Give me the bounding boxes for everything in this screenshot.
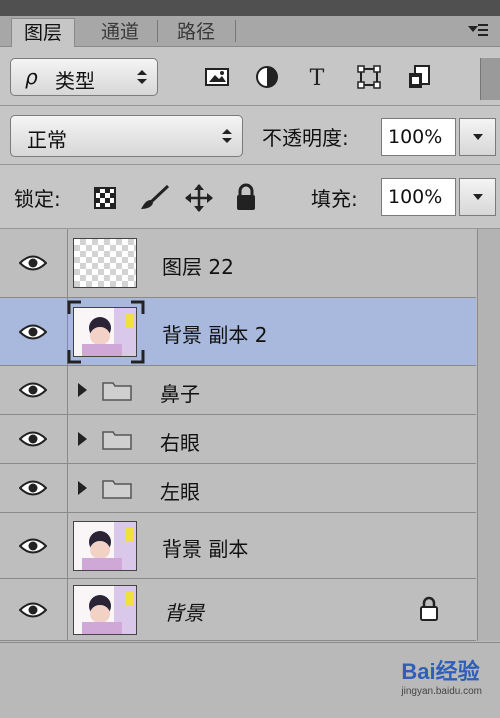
eye-icon[interactable] xyxy=(19,479,47,497)
layer-thumbnail-photo xyxy=(73,585,137,635)
layer-name[interactable]: 鼻子 xyxy=(160,378,200,407)
layer-selection-brackets xyxy=(67,300,145,364)
layer-name[interactable]: 背景 副本 2 xyxy=(162,319,267,348)
visibility-column xyxy=(0,464,68,512)
eye-icon[interactable] xyxy=(19,430,47,448)
layer-name[interactable]: 右眼 xyxy=(160,427,200,456)
expand-group-icon[interactable] xyxy=(78,432,87,446)
fill-input[interactable]: 100% xyxy=(381,178,456,216)
panel-menu-icon[interactable] xyxy=(468,22,490,40)
layer-thumbnail-photo xyxy=(73,521,137,571)
layer-row-group-nose[interactable]: 鼻子 xyxy=(0,366,476,415)
opacity-slider-button[interactable] xyxy=(459,118,496,156)
dropdown-arrows-icon xyxy=(137,70,147,84)
svg-text:T: T xyxy=(310,66,325,90)
fill-label: 填充: xyxy=(311,187,358,211)
top-strip xyxy=(0,0,500,16)
visibility-column xyxy=(0,415,68,463)
opacity-label: 不透明度: xyxy=(262,126,349,150)
type-filter-icon[interactable]: T xyxy=(304,64,330,90)
tab-paths[interactable]: 路径 xyxy=(164,18,228,46)
layer-name[interactable]: 左眼 xyxy=(160,476,200,505)
visibility-column xyxy=(0,229,68,297)
eye-icon[interactable] xyxy=(19,323,47,341)
layers-scrollbar[interactable] xyxy=(477,229,500,641)
layer-row-background-copy[interactable]: 背景 副本 xyxy=(0,513,476,579)
watermark-logo: Bai经验 jingyan.baidu.com xyxy=(401,659,482,697)
folder-icon xyxy=(102,480,132,499)
filter-kind-label: 类型 xyxy=(55,69,95,93)
lock-label: 锁定: xyxy=(14,187,61,211)
eye-icon[interactable] xyxy=(19,601,47,619)
search-icon: ρ xyxy=(25,65,38,89)
lock-transparent-pixels-icon[interactable] xyxy=(93,186,117,210)
layer-lock-icon xyxy=(420,596,438,621)
image-filter-icon[interactable] xyxy=(204,64,230,90)
dropdown-arrows-icon xyxy=(222,129,232,143)
tab-channels[interactable]: 通道 xyxy=(88,18,152,46)
tab-separator xyxy=(235,20,236,42)
layer-row-group-right-eye[interactable]: 右眼 xyxy=(0,415,476,464)
smart-object-filter-icon[interactable] xyxy=(406,64,432,90)
layer-name[interactable]: 背景 xyxy=(164,597,204,626)
adjustment-filter-icon[interactable] xyxy=(254,64,280,90)
folder-icon xyxy=(102,431,132,450)
lock-image-pixels-icon[interactable] xyxy=(138,184,170,212)
opacity-input[interactable]: 100% xyxy=(381,118,456,156)
fill-slider-button[interactable] xyxy=(459,178,496,216)
folder-icon xyxy=(102,382,132,401)
filter-toggle-switch[interactable] xyxy=(480,58,500,100)
visibility-column xyxy=(0,366,68,414)
layers-list: 图层 22 背景 副本 2 鼻子 右眼 左眼 背景 副本 背景 xyxy=(0,229,476,641)
visibility-column xyxy=(0,298,68,365)
panel-tab-bar: 图层 通道 路径 xyxy=(0,16,500,48)
expand-group-icon[interactable] xyxy=(78,481,87,495)
eye-icon[interactable] xyxy=(19,254,47,272)
tab-separator xyxy=(157,20,158,42)
layer-row-group-left-eye[interactable]: 左眼 xyxy=(0,464,476,513)
layer-row-background-copy-2[interactable]: 背景 副本 2 xyxy=(0,298,476,366)
filter-kind-dropdown[interactable]: ρ 类型 xyxy=(10,58,158,96)
layer-thumbnail-transparent xyxy=(73,238,137,288)
shape-filter-icon[interactable] xyxy=(356,64,382,90)
expand-group-icon[interactable] xyxy=(78,383,87,397)
visibility-column xyxy=(0,579,68,640)
blend-mode-label: 正常 xyxy=(27,128,67,152)
layer-row-background[interactable]: 背景 xyxy=(0,579,476,641)
layer-row-layer-22[interactable]: 图层 22 xyxy=(0,229,476,298)
eye-icon[interactable] xyxy=(19,537,47,555)
lock-all-icon[interactable] xyxy=(235,183,257,211)
tab-layers[interactable]: 图层 xyxy=(11,18,75,48)
visibility-column xyxy=(0,513,68,578)
blend-mode-dropdown[interactable]: 正常 xyxy=(10,115,243,157)
lock-position-icon[interactable] xyxy=(184,183,214,213)
layer-name[interactable]: 图层 22 xyxy=(162,251,234,280)
eye-icon[interactable] xyxy=(19,381,47,399)
layer-name[interactable]: 背景 副本 xyxy=(162,533,248,562)
